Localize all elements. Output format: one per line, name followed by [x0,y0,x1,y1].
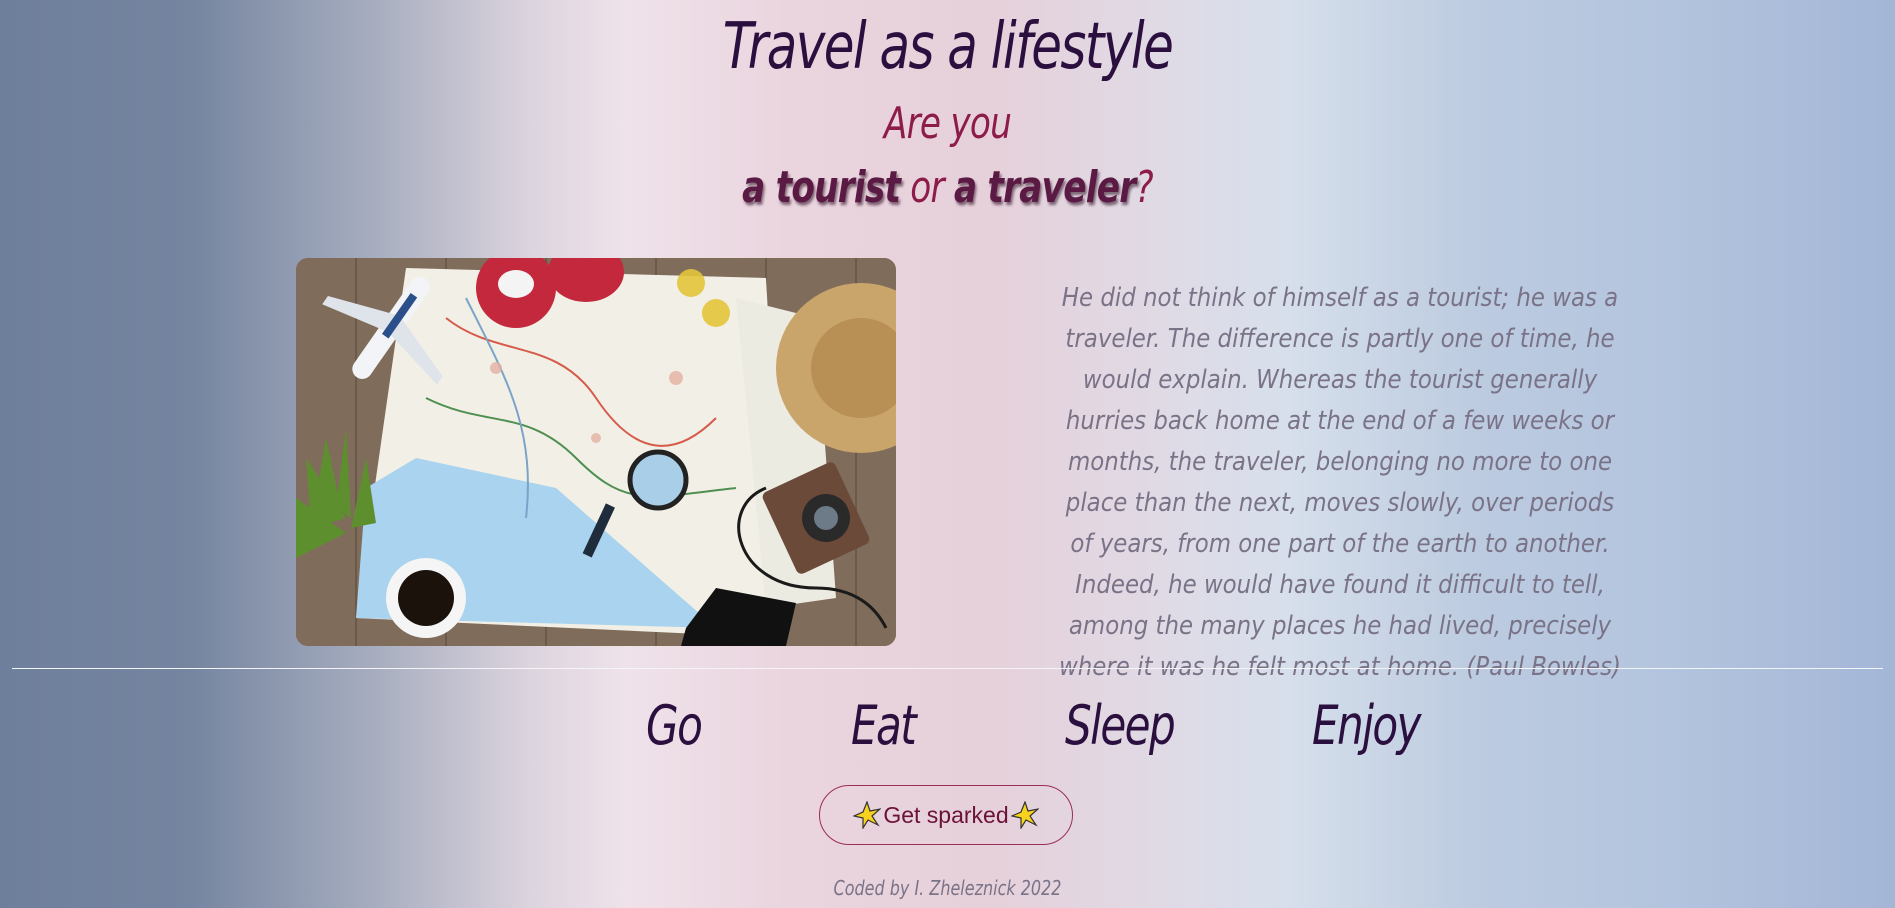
sparkle-icon [852,800,883,831]
nav-go[interactable]: Go [646,694,703,757]
question-mark: ? [1135,162,1153,213]
get-sparked-label: Get sparked [883,801,1009,828]
nav-eat[interactable]: Eat [851,694,917,757]
nav-sleep[interactable]: Sleep [1065,694,1176,757]
travel-photo [296,258,896,646]
sparkle-icon [1009,800,1040,831]
or-text: or [900,162,954,213]
traveler-text: a traveler [953,162,1136,213]
tourist-text: a tourist [742,162,901,213]
footer-credit: Coded by I. Zheleznick 2022 [833,876,1062,900]
subtitle-are-you: Are you [883,98,1012,149]
subtitle-question: a tourist or a traveler? [208,162,1686,213]
section-divider [12,668,1883,669]
paul-bowles-quote: He did not think of himself as a tourist… [1059,283,1621,682]
nav-enjoy[interactable]: Enjoy [1312,694,1421,757]
page-title: Travel as a lifestyle [722,10,1174,84]
get-sparked-button[interactable]: Get sparked [819,785,1073,845]
